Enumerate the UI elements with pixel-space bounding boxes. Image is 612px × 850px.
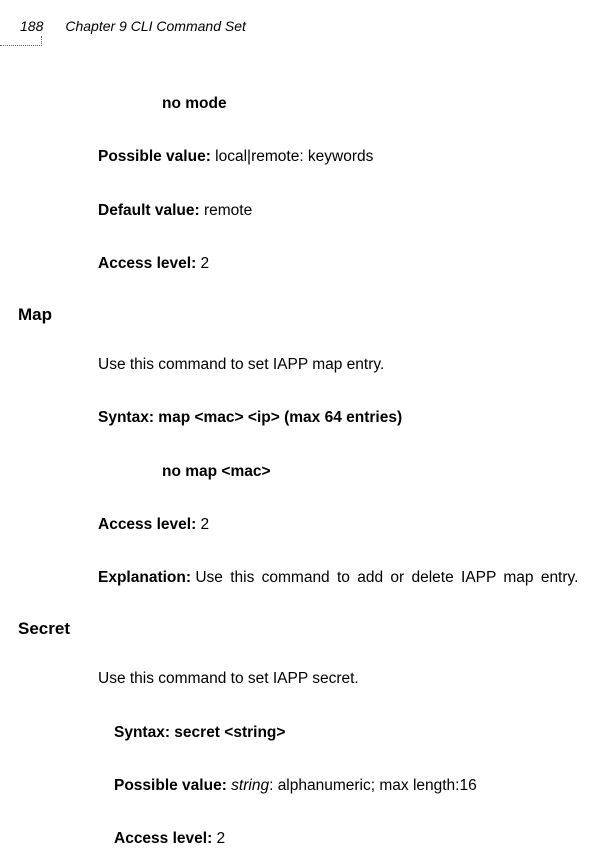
secret-access-level-text: 2 [217,830,226,847]
secret-access-level-label: Access level: [114,830,217,847]
page-number: 188 [20,18,43,34]
secret-possible-value-label: Possible value: [114,777,231,794]
secret-possible-value-row: Possible value: string: alphanumeric; ma… [114,774,592,797]
map-explanation-text: Use this command to add or delete IAPP m… [195,569,578,586]
access-level-row: Access level: 2 [98,252,592,275]
default-value-label: Default value: [98,202,204,219]
map-heading: Map [18,305,592,325]
access-level-text: 2 [201,255,210,272]
possible-value-label: Possible value: [98,148,215,165]
default-value-text: remote [204,202,252,219]
secret-possible-value-string: string [231,777,269,794]
decorative-border [0,36,42,46]
page-header: 188 Chapter 9 CLI Command Set [0,18,612,34]
secret-description: Use this command to set IAPP secret. [98,667,592,690]
map-explanation-label: Explanation: [98,569,195,586]
no-map-text: no map <mac> [162,460,592,483]
no-mode-text: no mode [162,92,592,115]
secret-heading: Secret [18,619,592,639]
possible-value-row: Possible value: local|remote: keywords [98,145,592,168]
chapter-title: Chapter 9 CLI Command Set [65,18,246,34]
map-syntax: Syntax: map <mac> <ip> (max 64 entries) [98,406,592,429]
map-access-level-text: 2 [201,516,210,533]
possible-value-text: local|remote: keywords [215,148,373,165]
secret-possible-value-text: : alphanumeric; max length:16 [269,777,477,794]
secret-syntax: Syntax: secret <string> [114,721,592,744]
default-value-row: Default value: remote [98,199,592,222]
map-explanation-row: Explanation: Use this command to add or … [98,566,592,589]
map-description: Use this command to set IAPP map entry. [98,353,592,376]
map-access-level-row: Access level: 2 [98,513,592,536]
content-area: no mode Possible value: local|remote: ke… [0,52,612,850]
access-level-label: Access level: [98,255,201,272]
map-access-level-label: Access level: [98,516,201,533]
